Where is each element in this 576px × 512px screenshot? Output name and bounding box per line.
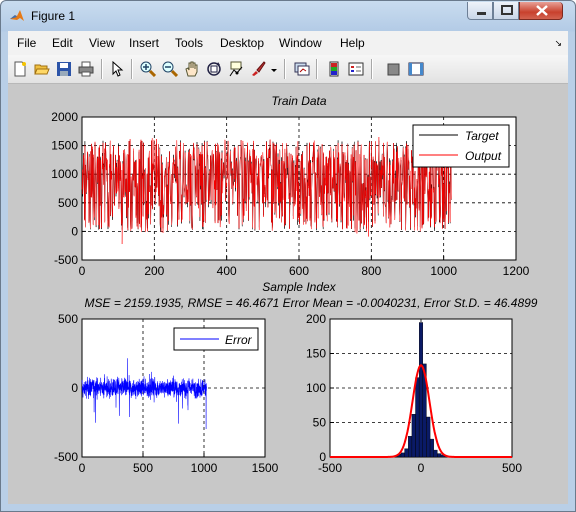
menu-desktop[interactable]: Desktop: [220, 36, 264, 50]
menu-view[interactable]: View: [89, 36, 115, 50]
x-tick-label: 500: [133, 461, 153, 475]
insert-legend-icon[interactable]: [346, 59, 366, 79]
menu-tools[interactable]: Tools: [175, 36, 203, 50]
x-tick-label: 500: [502, 461, 522, 475]
figure-client: File Edit View Insert Tools Desktop Wind…: [8, 31, 568, 504]
toolbar-separator: [101, 59, 102, 79]
x-tick-label: 400: [217, 264, 237, 278]
minimize-icon: [477, 12, 486, 15]
print-icon[interactable]: [76, 59, 96, 79]
error-stats-title: MSE = 2159.1935, RMSE = 46.4671 Error Me…: [85, 296, 538, 310]
link-plot-icon[interactable]: [292, 59, 312, 79]
y-tick-label: 0: [71, 381, 78, 395]
y-tick-label: 100: [306, 381, 326, 395]
legend-error-label: Error: [225, 333, 253, 347]
x-tick-label: 600: [289, 264, 309, 278]
data-cursor-icon[interactable]: [226, 59, 246, 79]
figure-canvas[interactable]: 0 200 400 600 800 1000 1200 -500 0 500 1000 1500 200…: [8, 83, 568, 504]
show-plot-tools-icon[interactable]: [406, 59, 426, 79]
brush-icon[interactable]: [248, 59, 268, 79]
error-histogram-axes[interactable]: -500 0 500050100150200: [306, 312, 522, 475]
legend-output-label: Output: [465, 149, 502, 163]
y-tick-label: 0: [319, 450, 326, 464]
pan-hand-icon[interactable]: [182, 59, 202, 79]
y-tick-label: 200: [306, 312, 326, 326]
menu-file[interactable]: File: [17, 36, 36, 50]
x-tick-label: 800: [361, 264, 381, 278]
histogram-bar: [426, 416, 431, 458]
train-data-title: Train Data: [271, 94, 326, 108]
y-tick-label: -500: [54, 253, 78, 267]
y-tick-label: 500: [58, 196, 78, 210]
legend-target-label: Target: [465, 129, 499, 143]
rotate-3d-icon[interactable]: [204, 59, 224, 79]
toolbar-separator: [131, 59, 132, 79]
histogram-bar: [419, 322, 424, 458]
x-axis-label: Sample Index: [262, 280, 336, 294]
figure-window: Figure 1 File Edit View Insert Tools Des…: [0, 0, 576, 512]
open-file-icon[interactable]: [32, 59, 52, 79]
y-tick-label: 1500: [51, 139, 78, 153]
pointer-icon[interactable]: [107, 59, 127, 79]
x-tick-label: 0: [418, 461, 425, 475]
insert-colorbar-icon[interactable]: [324, 59, 344, 79]
menu-help[interactable]: Help: [340, 36, 365, 50]
title-bar[interactable]: Figure 1: [1, 1, 575, 31]
figure-svg: 0 200 400 600 800 1000 1200-500050010001500200…: [51, 94, 538, 475]
new-figure-icon[interactable]: [10, 59, 30, 79]
menu-bar: File Edit View Insert Tools Desktop Wind…: [8, 31, 568, 55]
histogram-bar: [429, 438, 434, 458]
toolbar-separator: [284, 59, 285, 79]
histogram-bar: [433, 449, 438, 458]
brush-dropdown-icon[interactable]: [268, 59, 278, 79]
figure-toolbar: [8, 55, 568, 84]
y-tick-label: 500: [58, 312, 78, 326]
x-tick-label: 1000: [191, 461, 218, 475]
hide-plot-tools-icon[interactable]: [384, 59, 404, 79]
histogram-bar: [411, 414, 416, 458]
histogram-bar: [408, 436, 413, 458]
histogram-bar: [404, 448, 409, 458]
window-title: Figure 1: [31, 9, 76, 23]
x-tick-label: 1500: [252, 461, 279, 475]
close-icon: [536, 5, 548, 16]
menu-window[interactable]: Window: [279, 36, 322, 50]
x-tick-label: 1200: [503, 264, 530, 278]
close-button[interactable]: [519, 2, 563, 20]
x-tick-label: 1000: [430, 264, 457, 278]
y-tick-label: 2000: [51, 110, 78, 124]
zoom-in-icon[interactable]: [138, 59, 158, 79]
train-data-axes[interactable]: 0 200 400 600 800 1000 1200-500050010001500200…: [51, 94, 529, 294]
toolbar-separator: [371, 59, 372, 79]
zoom-out-icon[interactable]: [160, 59, 180, 79]
maximize-icon: [501, 5, 513, 15]
histogram-bar: [415, 377, 420, 458]
x-tick-label: 200: [144, 264, 164, 278]
y-tick-label: 1000: [51, 167, 78, 181]
legend[interactable]: Target Output: [412, 124, 510, 168]
y-tick-label: 50: [313, 416, 327, 430]
y-tick-label: 0: [71, 224, 78, 238]
x-tick-label: 0: [79, 264, 86, 278]
dock-arrow-icon[interactable]: ↘: [554, 38, 562, 49]
histogram-bar: [437, 453, 442, 458]
y-tick-label: 150: [306, 347, 326, 361]
histogram-bar: [400, 452, 405, 458]
y-tick-label: -500: [54, 450, 78, 464]
save-icon[interactable]: [54, 59, 74, 79]
minimize-button[interactable]: [467, 2, 493, 20]
matlab-logo-icon: [10, 10, 24, 21]
menu-edit[interactable]: Edit: [52, 36, 73, 50]
x-tick-label: 0: [79, 461, 86, 475]
menu-insert[interactable]: Insert: [129, 36, 159, 50]
toolbar-separator: [316, 59, 317, 79]
maximize-button[interactable]: [493, 2, 519, 20]
legend[interactable]: Error: [173, 327, 259, 351]
